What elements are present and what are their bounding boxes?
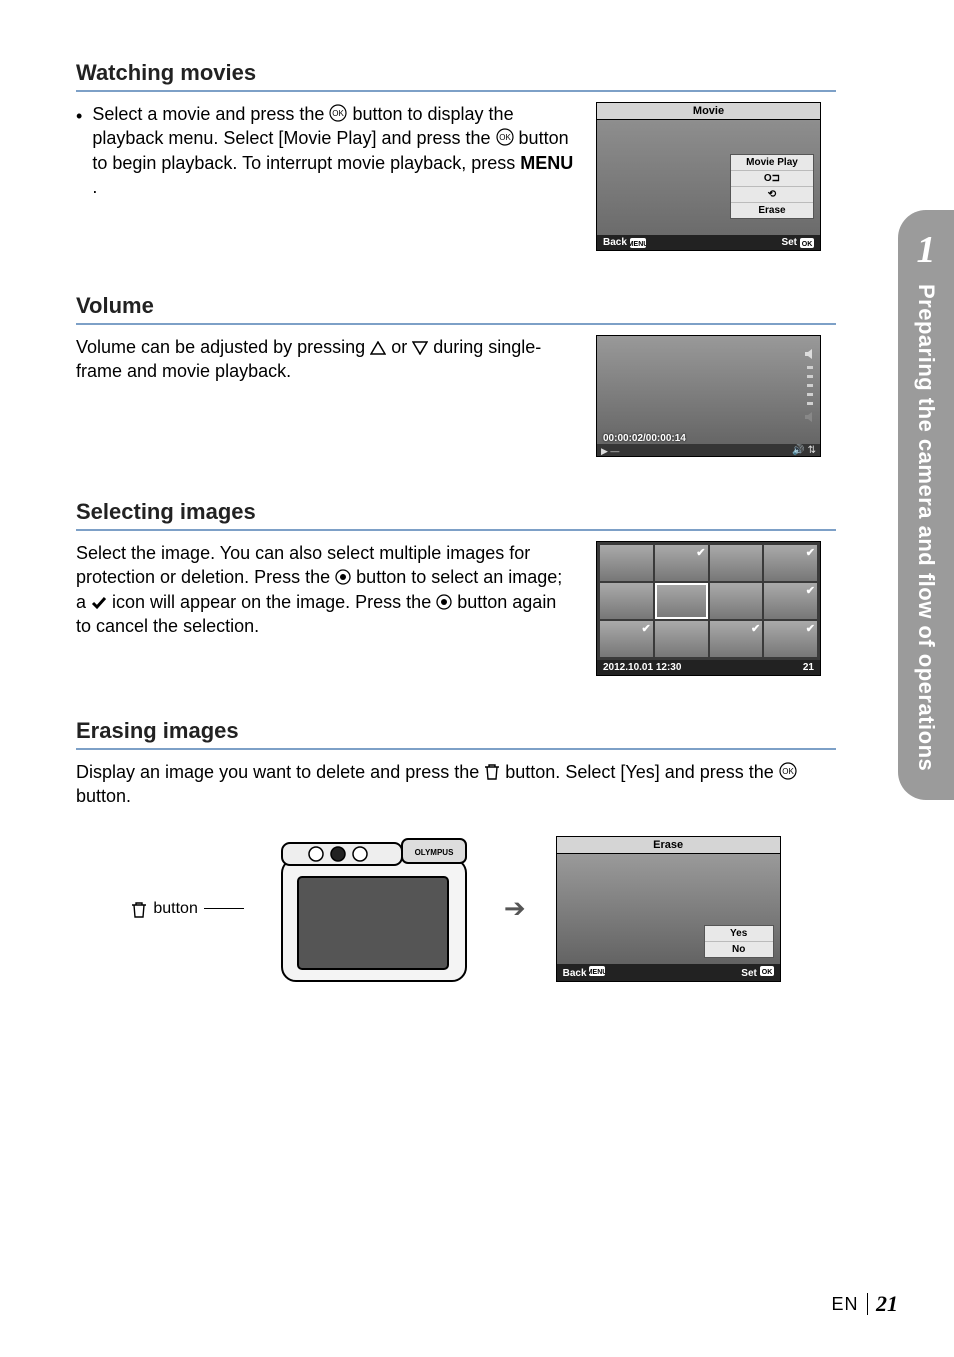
svg-text:OK: OK [333,109,345,118]
text: icon will appear on the image. Press the [112,592,436,612]
thumbnail: ✔ [764,583,817,619]
thumbnail: ✔ [764,621,817,657]
option-no: No [705,942,773,957]
play-icon: ▶ — [601,446,619,457]
svg-text:OK: OK [782,767,794,776]
movie-menu-overlay: Movie Play O⊐ ⟲ Erase [730,154,814,219]
thumbnail [600,583,653,619]
trash-button-callout: button [131,900,243,918]
thumbnail: ✔ [764,545,817,581]
rec-button-icon [335,569,351,585]
menu-item-movie-play: Movie Play [731,155,813,171]
page-footer: EN 21 [831,1291,898,1317]
watching-bullet: • Select a movie and press the OK button… [76,102,576,199]
trash-icon [484,762,500,780]
checkmark-icon: ✔ [642,622,651,635]
chapter-number: 1 [917,228,936,272]
set-label: Set OK [741,966,773,979]
speaker-icon [804,348,816,360]
menu-word: MENU [520,153,573,173]
text: Volume can be adjusted by pressing [76,337,370,357]
thumbnail: ✔ [600,621,653,657]
set-label: Set OK [781,237,814,248]
heading-volume: Volume [76,293,836,325]
grid-date: 2012.10.01 12:30 [603,662,681,673]
text: . [92,177,97,197]
svg-text:OK: OK [802,241,813,248]
svg-text:OK: OK [761,969,772,976]
text: or [391,337,412,357]
thumbnail [710,545,763,581]
thumbnail-selected [655,583,708,619]
up-triangle-icon [370,341,386,355]
footer-page-number: 21 [876,1291,898,1317]
thumbnail: ✔ [710,621,763,657]
svg-text:MENU: MENU [589,969,605,976]
back-label: Back MENU [603,237,646,248]
svg-text:OLYMPUS: OLYMPUS [414,848,453,857]
rec-button-icon [436,594,452,610]
checkmark-icon: ✔ [806,584,815,597]
erasing-text: Display an image you want to delete and … [76,760,836,809]
erase-options: Yes No [704,925,774,958]
checkmark-icon [91,596,107,610]
grid-count: 21 [803,662,814,673]
volume-updown-icon: 🔊 ⇅ [792,445,816,456]
ok-button-icon: OK [329,104,347,122]
bullet-dot: • [76,102,82,199]
thumbnail [655,621,708,657]
menu-item-share: ⟲ [731,187,813,203]
chapter-tab: 1 Preparing the camera and flow of opera… [898,210,954,800]
movie-menu-screenshot: Movie Movie Play O⊐ ⟲ Erase Back MENU [596,102,821,251]
back-label: Back MENU [563,966,606,979]
speaker-mute-icon [804,411,816,423]
option-yes: Yes [705,926,773,942]
chapter-title: Preparing the camera and flow of operati… [913,284,939,771]
volume-screenshot: 00:00:02/00:00:14 ▶ — 🔊 ⇅ [596,335,821,457]
text: Select a movie and press the [92,104,329,124]
svg-text:OK: OK [499,133,511,142]
heading-watching-movies: Watching movies [76,60,836,92]
heading-selecting-images: Selecting images [76,499,836,531]
checkmark-icon: ✔ [751,622,760,635]
arrow-icon: ➔ [504,893,526,924]
svg-text:MENU: MENU [630,241,646,248]
checkmark-icon: ✔ [696,546,705,559]
thumbnail [710,583,763,619]
menu-item-rotate: O⊐ [731,171,813,187]
footer-lang: EN [831,1294,858,1315]
erase-confirm-screenshot: Erase Yes No Back MENU Set OK [556,836,781,982]
down-triangle-icon [412,341,428,355]
timecode: 00:00:02/00:00:14 [603,433,686,444]
screen-title: Movie [597,103,820,120]
select-grid-screenshot: ✔ ✔ ✔ ✔ ✔ ✔ 2012.10.01 12:30 [596,541,821,676]
menu-item-erase: Erase [731,203,813,218]
ok-button-icon: OK [779,762,797,780]
thumbnail [600,545,653,581]
trash-icon [131,900,147,918]
checkmark-icon: ✔ [806,546,815,559]
heading-erasing-images: Erasing images [76,718,836,750]
thumbnail: ✔ [655,545,708,581]
screen-title: Erase [557,837,780,854]
checkmark-icon: ✔ [806,622,815,635]
volume-indicator [806,348,814,423]
camera-illustration: OLYMPUS [274,829,474,989]
ok-button-icon: OK [496,128,514,146]
